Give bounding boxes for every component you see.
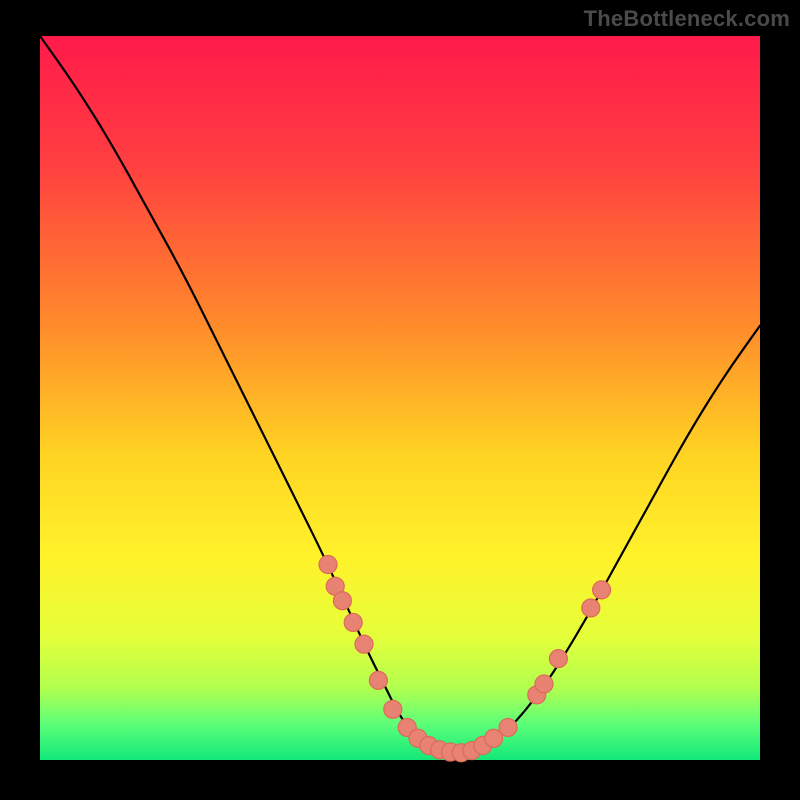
data-point	[355, 635, 373, 653]
data-point	[319, 556, 337, 574]
watermark-text: TheBottleneck.com	[584, 6, 790, 32]
data-point	[535, 675, 553, 693]
gradient-background	[40, 36, 760, 760]
data-point	[333, 592, 351, 610]
chart-frame: TheBottleneck.com	[0, 0, 800, 800]
data-point	[549, 650, 567, 668]
data-point	[499, 718, 517, 736]
bottleneck-chart	[0, 0, 800, 800]
data-point	[582, 599, 600, 617]
data-point	[344, 613, 362, 631]
data-point	[369, 671, 387, 689]
data-point	[593, 581, 611, 599]
data-point	[384, 700, 402, 718]
